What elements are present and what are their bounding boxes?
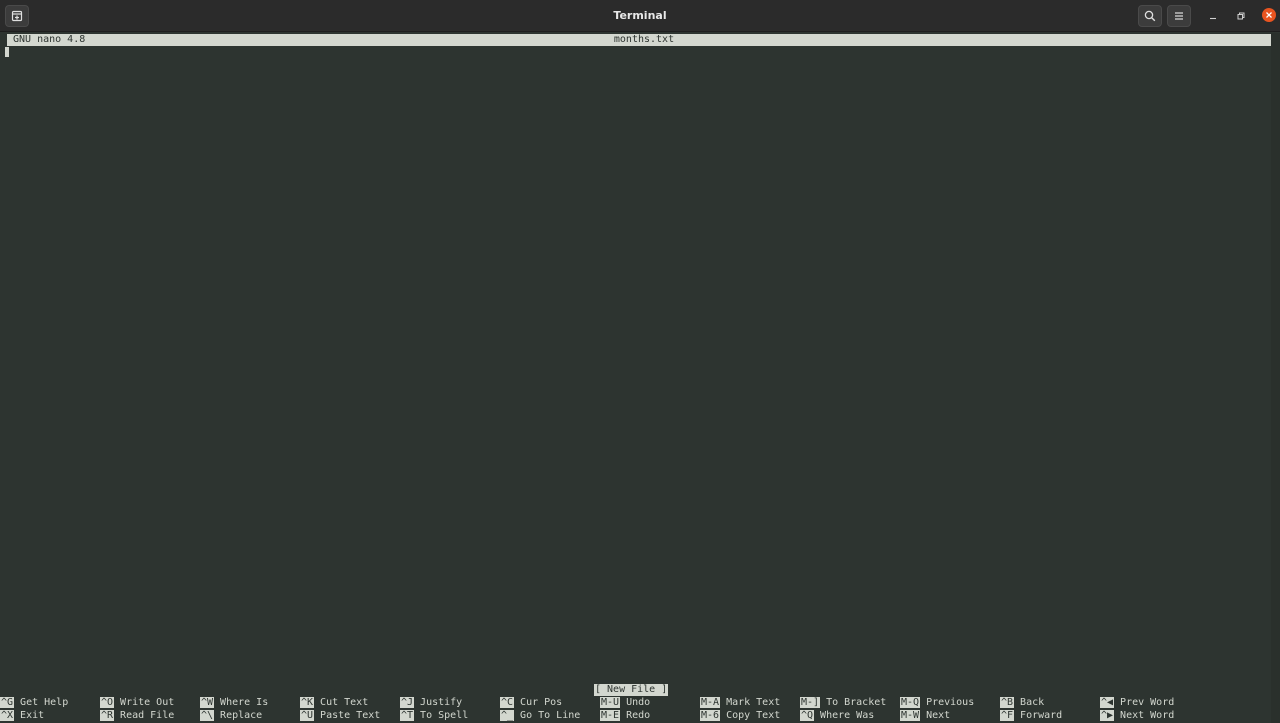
nano-shortcut-bar: ^G Get Help ^O Write Out ^W Where Is ^K Cut … [0, 697, 1280, 723]
minimize-icon [1210, 17, 1216, 20]
search-button[interactable] [1138, 5, 1162, 27]
shortcut-paste-text: ^U Paste Text [300, 710, 381, 721]
shortcut-go-to-line: ^_ Go To Line [500, 710, 581, 721]
terminal-area[interactable]: GNU nano 4.8 months.txt [ New File ] ^G G… [0, 33, 1280, 723]
shortcut-undo: M-U Undo [600, 697, 651, 708]
close-icon [1266, 12, 1272, 18]
shortcut-prev-word: ^◀ Prev Word [1100, 697, 1175, 708]
shortcut-justify: ^J Justify [400, 697, 463, 708]
close-button[interactable] [1262, 8, 1276, 22]
shortcut-back: ^B Back [1000, 697, 1045, 708]
shortcut-read-file: ^R Read File [100, 710, 175, 721]
shortcut-where-was: ^Q Where Was [800, 710, 875, 721]
menu-button[interactable] [1167, 5, 1191, 27]
shortcut-copy-text: M-6 Copy Text [700, 710, 781, 721]
shortcut-cur-pos: ^C Cur Pos [500, 697, 563, 708]
nano-status-message: [ New File ] [594, 684, 669, 696]
minimize-button[interactable] [1205, 8, 1221, 24]
text-cursor [5, 47, 9, 57]
nano-header-bar: GNU nano 4.8 months.txt [7, 34, 1271, 46]
terminal-scrollbar[interactable] [1271, 33, 1280, 723]
shortcut-redo: M-E Redo [600, 710, 651, 721]
shortcut-write-out: ^O Write Out [100, 697, 175, 708]
shortcut-forward: ^F Forward [1000, 710, 1063, 721]
shortcut-get-help: ^G Get Help [0, 697, 69, 708]
shortcut-mark-text: M-A Mark Text [700, 697, 781, 708]
restore-icon [1237, 12, 1245, 20]
hamburger-menu-icon [1175, 12, 1183, 20]
restore-button[interactable] [1233, 8, 1249, 24]
shortcut-exit: ^X Exit [0, 710, 45, 721]
shortcut-to-bracket: M-] To Bracket [800, 697, 887, 708]
window-titlebar: Terminal [0, 0, 1280, 32]
window-title: Terminal [613, 9, 667, 22]
shortcut-to-spell: ^T To Spell [400, 710, 469, 721]
shortcut-previous: M-Q Previous [900, 697, 975, 708]
shortcut-replace: ^\ Replace [200, 710, 263, 721]
nano-filename: months.txt [613, 34, 675, 45]
shortcut-cut-text: ^K Cut Text [300, 697, 369, 708]
shortcut-next-word: ^▶ Next Word [1100, 710, 1175, 721]
shortcut-where-is: ^W Where Is [200, 697, 269, 708]
search-icon [1144, 10, 1156, 22]
shortcut-next: M-W Next [900, 710, 951, 721]
